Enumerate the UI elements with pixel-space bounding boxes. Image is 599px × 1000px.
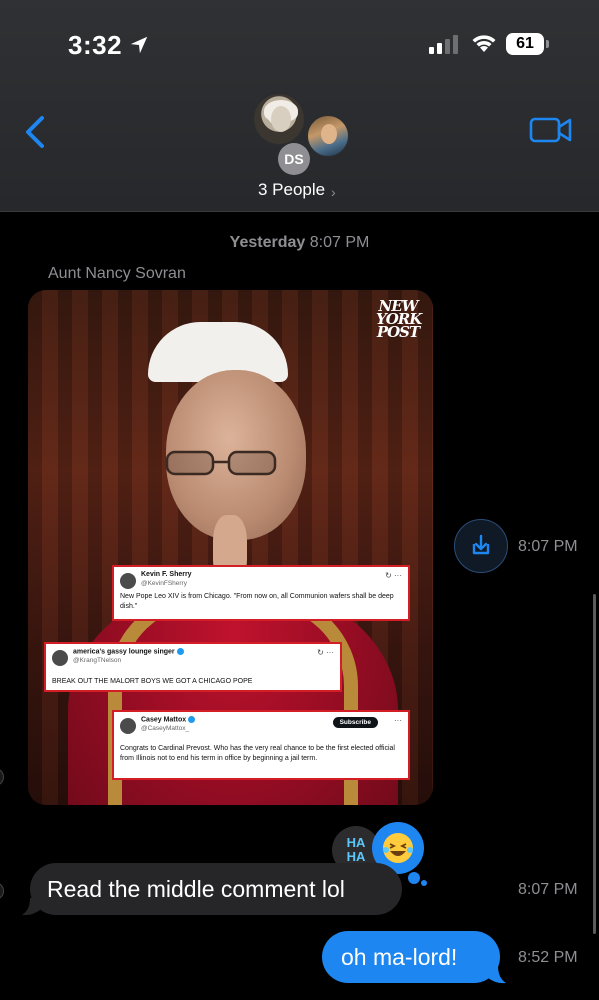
svg-text:HA: HA	[347, 835, 366, 850]
verified-icon	[188, 716, 196, 723]
battery-level: 61	[506, 33, 544, 55]
sent-message-bubble[interactable]: oh ma-lord!	[322, 931, 500, 983]
participant-avatar-1[interactable]	[252, 92, 306, 146]
received-message-bubble[interactable]: Read the middle comment lol	[30, 863, 402, 915]
tweet-more-icon: ···	[394, 716, 402, 725]
tweet-avatar	[120, 573, 136, 589]
group-members-label[interactable]: 3 People	[258, 180, 325, 200]
tweet-body: New Pope Leo XIV is from Chicago. "From …	[120, 593, 394, 610]
tweet-body: Congrats to Cardinal Prevost. Who has th…	[120, 745, 395, 762]
tweet-name: america's gassy lounge singer	[73, 648, 184, 655]
location-arrow-icon	[130, 36, 148, 54]
tweet-name: Casey Mattox	[141, 716, 196, 723]
reaction-tail-dot	[408, 872, 420, 884]
tweet-subscribe-button: Subscribe	[332, 717, 378, 728]
save-image-button[interactable]	[454, 519, 508, 573]
timestamp-day: Yesterday	[229, 234, 306, 251]
battery-cap	[546, 40, 549, 48]
conversation-header: 3:32 61 DS 3 People ›	[0, 0, 599, 212]
download-icon	[472, 534, 490, 555]
sender-avatar-small[interactable]	[0, 768, 4, 786]
timestamp-time: 8:07 PM	[309, 234, 370, 251]
participant-avatar-2[interactable]	[306, 114, 350, 158]
tweet-body: BREAK OUT THE MALORT BOYS WE GOT A CHICA…	[52, 678, 253, 685]
avatar-face	[321, 124, 337, 144]
tweet-card-3: Casey Mattox @CaseyMattox_ Subscribe ···…	[112, 710, 410, 780]
tweet-handle: @CaseyMattox_	[141, 725, 190, 732]
video-camera-icon[interactable]	[528, 114, 574, 146]
image-message-time: 8:07 PM	[518, 538, 578, 555]
received-message-time: 8:07 PM	[518, 881, 578, 898]
status-time: 3:32	[68, 30, 123, 60]
battery-icon: 61	[506, 33, 550, 55]
participant-avatar-ds[interactable]: DS	[278, 143, 310, 175]
message-timestamp: Yesterday 8:07 PM	[0, 234, 599, 252]
tweet-more-icon: ↻ ···	[385, 571, 402, 580]
image-message[interactable]: NEW YORK POST Kevin F. Sherry @KevinFShe…	[28, 290, 433, 805]
tweet-handle: @KevinFSherry	[141, 580, 187, 587]
image-glasses	[165, 450, 277, 476]
wifi-icon	[472, 35, 496, 52]
tweet-avatar	[120, 718, 136, 734]
tweet-card-1: Kevin F. Sherry @KevinFSherry ↻ ··· New …	[112, 565, 410, 621]
avatar-face	[271, 106, 291, 132]
sender-name: Aunt Nancy Sovran	[48, 265, 186, 282]
tweet-name: Kevin F. Sherry	[141, 571, 192, 578]
cellular-signal-icon	[429, 35, 458, 54]
tweet-card-2: america's gassy lounge singer @KrangTNel…	[44, 642, 342, 692]
tweet-handle: @KrangTNelson	[73, 657, 122, 664]
scroll-indicator[interactable]	[593, 594, 596, 934]
reaction-tail-dot	[421, 880, 427, 886]
svg-text:HA: HA	[347, 849, 366, 864]
tweet-avatar	[52, 650, 68, 666]
verified-icon	[176, 648, 184, 655]
tweet-more-icon: ↻ ···	[317, 648, 334, 657]
new-york-post-logo: NEW YORK POST	[376, 297, 422, 341]
sender-avatar-small[interactable]	[0, 882, 4, 900]
back-chevron-icon[interactable]	[20, 112, 50, 152]
chevron-right-icon[interactable]: ›	[331, 184, 336, 200]
sent-message-time: 8:52 PM	[518, 949, 578, 966]
